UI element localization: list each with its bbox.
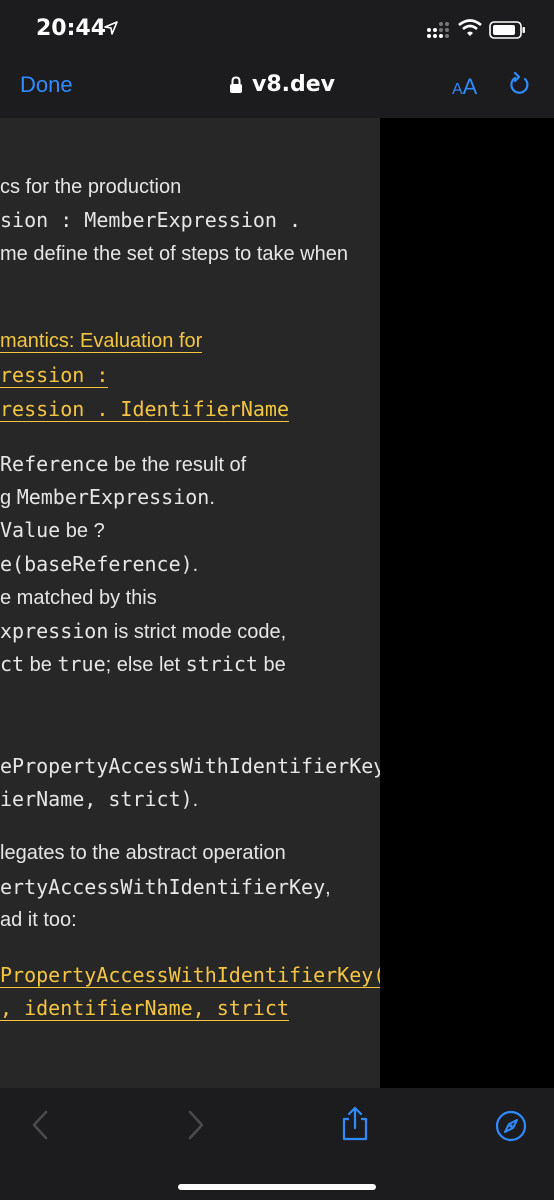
code-line: ierName, strict). [0,787,199,811]
step-line: xpression is strict mode code, [0,619,287,643]
step-line: g MemberExpression. [0,485,215,509]
code-line: ePropertyAccessWithIdentifierKey(baseVal… [0,754,380,778]
wifi-icon [458,19,482,36]
url-label[interactable]: v8.dev [252,72,335,97]
browser-nav-bar: Done v8.dev AA [0,60,554,118]
code-link[interactable]: PropertyAccessWithIdentifierKey( [0,960,380,990]
blank-area [380,118,554,1088]
text-line: ertyAccessWithIdentifierKey, [0,875,331,899]
code-link[interactable]: , identifierName, strict [0,993,289,1023]
heading-link-code[interactable]: ression : [0,360,109,390]
aa-big-label: A [462,74,478,99]
location-arrow-icon [104,21,118,35]
code-line: sion : MemberExpression . [0,208,302,232]
heading-link-code[interactable]: ression . IdentifierName [0,394,289,424]
reload-icon[interactable] [507,72,531,98]
cellular-signal-icon [427,22,449,38]
text-line: me define the set of steps to take when [0,243,348,265]
compass-icon[interactable] [495,1110,527,1142]
step-line: e(baseReference). [0,552,199,576]
status-bar: 20:44 [0,0,554,60]
share-icon[interactable] [340,1106,370,1142]
back-icon[interactable] [30,1110,50,1140]
heading-link[interactable]: mantics: Evaluation for [0,326,203,356]
aa-small-label: A [452,81,463,98]
web-content: cs for the production sion : MemberExpre… [0,118,380,1088]
battery-icon [489,21,525,39]
step-line: Value be ? [0,518,105,542]
text-size-button[interactable]: AA [452,74,477,100]
step-line: ct be true; else let strict be [0,652,286,676]
lock-icon [230,76,242,93]
text-line: ad it too: [0,909,77,931]
text-line: cs for the production [0,176,182,198]
step-line: Reference be the result of [0,452,247,476]
forward-icon[interactable] [186,1110,206,1140]
done-button[interactable]: Done [20,72,73,98]
status-time: 20:44 [36,16,107,41]
home-indicator[interactable] [178,1184,376,1190]
text-line: legates to the abstract operation [0,842,286,864]
step-line: e matched by this [0,587,157,609]
